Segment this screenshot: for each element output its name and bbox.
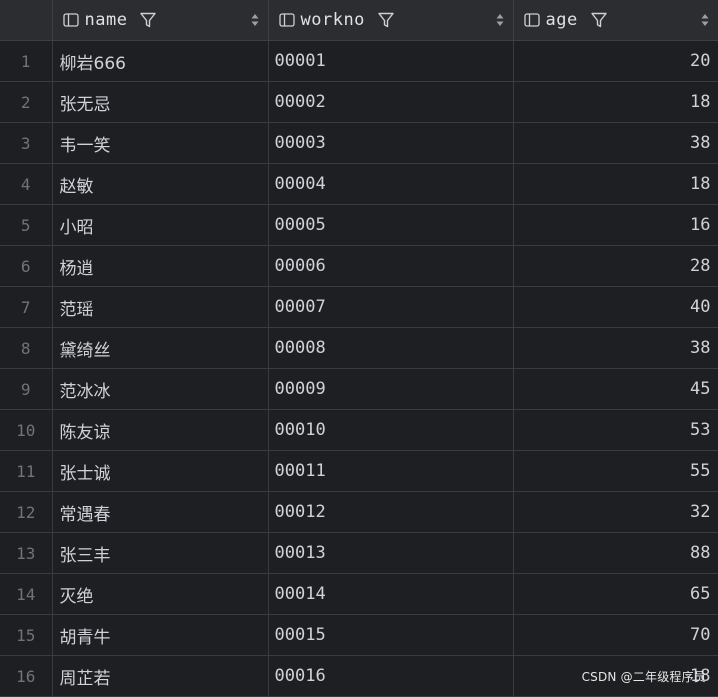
cell-age[interactable]: 65 bbox=[513, 573, 718, 615]
cell-name[interactable]: 常遇春 bbox=[52, 491, 269, 533]
filter-icon[interactable] bbox=[139, 11, 157, 29]
row-index[interactable]: 5 bbox=[0, 204, 53, 246]
row-index[interactable]: 9 bbox=[0, 368, 53, 410]
cell-workno[interactable]: 00008 bbox=[268, 327, 514, 369]
table-row[interactable]: 13 张三丰 00013 88 bbox=[0, 532, 718, 574]
cell-age[interactable]: 70 bbox=[513, 614, 718, 656]
cell-name[interactable]: 黛绮丝 bbox=[52, 327, 269, 369]
table-row[interactable]: 14 灭绝 00014 65 bbox=[0, 573, 718, 615]
table-row[interactable]: 7 范瑶 00007 40 bbox=[0, 286, 718, 328]
cell-workno[interactable]: 00005 bbox=[268, 204, 514, 246]
row-index[interactable]: 15 bbox=[0, 614, 53, 656]
cell-age[interactable]: 55 bbox=[513, 450, 718, 492]
cell-age[interactable]: 45 bbox=[513, 368, 718, 410]
cell-age[interactable]: 16 bbox=[513, 204, 718, 246]
cell-age[interactable]: 18 bbox=[513, 163, 718, 205]
cell-age[interactable]: 38 bbox=[513, 122, 718, 164]
cell-workno[interactable]: 00016 bbox=[268, 655, 514, 697]
row-index[interactable]: 13 bbox=[0, 532, 53, 574]
table-row[interactable]: 11 张士诚 00011 55 bbox=[0, 450, 718, 492]
cell-age[interactable]: 38 bbox=[513, 327, 718, 369]
cell-workno[interactable]: 00003 bbox=[268, 122, 514, 164]
cell-name[interactable]: 韦一笑 bbox=[52, 122, 269, 164]
row-index[interactable]: 3 bbox=[0, 122, 53, 164]
header-row: name workno age bbox=[0, 0, 718, 41]
column-label-name: name bbox=[84, 10, 128, 30]
row-index[interactable]: 7 bbox=[0, 286, 53, 328]
cell-workno[interactable]: 00002 bbox=[268, 81, 514, 123]
cell-workno[interactable]: 00010 bbox=[268, 409, 514, 451]
cell-age[interactable]: 32 bbox=[513, 491, 718, 533]
table-row[interactable]: 2 张无忌 00002 18 bbox=[0, 81, 718, 123]
row-index[interactable]: 12 bbox=[0, 491, 53, 533]
cell-age[interactable]: 20 bbox=[513, 40, 718, 82]
cell-name[interactable]: 赵敏 bbox=[52, 163, 269, 205]
table-row[interactable]: 10 陈友谅 00010 53 bbox=[0, 409, 718, 451]
cell-age[interactable]: 18 bbox=[513, 81, 718, 123]
cell-name[interactable]: 陈友谅 bbox=[52, 409, 269, 451]
sort-icon[interactable] bbox=[250, 13, 260, 27]
sort-icon[interactable] bbox=[495, 13, 505, 27]
column-header-age[interactable]: age bbox=[513, 0, 718, 41]
column-icon bbox=[523, 13, 540, 27]
column-label-workno: workno bbox=[300, 10, 365, 30]
table-row[interactable]: 6 杨逍 00006 28 bbox=[0, 245, 718, 287]
column-icon bbox=[278, 13, 295, 27]
row-index[interactable]: 10 bbox=[0, 409, 53, 451]
column-header-workno[interactable]: workno bbox=[268, 0, 514, 41]
cell-name[interactable]: 周芷若 bbox=[52, 655, 269, 697]
row-index[interactable]: 8 bbox=[0, 327, 53, 369]
cell-age[interactable]: 28 bbox=[513, 245, 718, 287]
cell-workno[interactable]: 00012 bbox=[268, 491, 514, 533]
cell-workno[interactable]: 00004 bbox=[268, 163, 514, 205]
cell-name[interactable]: 胡青牛 bbox=[52, 614, 269, 656]
cell-workno[interactable]: 00011 bbox=[268, 450, 514, 492]
cell-name[interactable]: 杨逍 bbox=[52, 245, 269, 287]
row-index[interactable]: 16 bbox=[0, 655, 53, 697]
column-label-age: age bbox=[545, 10, 578, 30]
cell-name[interactable]: 范冰冰 bbox=[52, 368, 269, 410]
row-index-header bbox=[0, 0, 53, 41]
row-index[interactable]: 6 bbox=[0, 245, 53, 287]
cell-name[interactable]: 张士诚 bbox=[52, 450, 269, 492]
table-row[interactable]: 5 小昭 00005 16 bbox=[0, 204, 718, 246]
sort-icon[interactable] bbox=[700, 13, 710, 27]
row-index[interactable]: 11 bbox=[0, 450, 53, 492]
cell-workno[interactable]: 00014 bbox=[268, 573, 514, 615]
cell-workno[interactable]: 00015 bbox=[268, 614, 514, 656]
filter-icon[interactable] bbox=[377, 11, 395, 29]
column-icon bbox=[62, 13, 79, 27]
watermark: CSDN @二年级程序员 bbox=[581, 670, 706, 684]
table-row[interactable]: 1 柳岩666 00001 20 bbox=[0, 40, 718, 82]
table-row[interactable]: 8 黛绮丝 00008 38 bbox=[0, 327, 718, 369]
column-header-name[interactable]: name bbox=[52, 0, 269, 41]
table-row[interactable]: 4 赵敏 00004 18 bbox=[0, 163, 718, 205]
cell-name[interactable]: 张无忌 bbox=[52, 81, 269, 123]
table-row[interactable]: 9 范冰冰 00009 45 bbox=[0, 368, 718, 410]
row-index[interactable]: 14 bbox=[0, 573, 53, 615]
row-index[interactable]: 2 bbox=[0, 81, 53, 123]
row-index[interactable]: 4 bbox=[0, 163, 53, 205]
cell-name[interactable]: 范瑶 bbox=[52, 286, 269, 328]
cell-name[interactable]: 张三丰 bbox=[52, 532, 269, 574]
result-grid: name workno age 1 柳岩666 00001 20 2 张无忌 0… bbox=[0, 0, 718, 697]
row-index[interactable]: 1 bbox=[0, 40, 53, 82]
cell-name[interactable]: 灭绝 bbox=[52, 573, 269, 615]
cell-name[interactable]: 小昭 bbox=[52, 204, 269, 246]
cell-workno[interactable]: 00007 bbox=[268, 286, 514, 328]
cell-age[interactable]: 53 bbox=[513, 409, 718, 451]
table-row[interactable]: 12 常遇春 00012 32 bbox=[0, 491, 718, 533]
table-row[interactable]: 3 韦一笑 00003 38 bbox=[0, 122, 718, 164]
filter-icon[interactable] bbox=[590, 11, 608, 29]
cell-name[interactable]: 柳岩666 bbox=[52, 40, 269, 82]
cell-workno[interactable]: 00001 bbox=[268, 40, 514, 82]
table-row[interactable]: 15 胡青牛 00015 70 bbox=[0, 614, 718, 656]
cell-workno[interactable]: 00006 bbox=[268, 245, 514, 287]
cell-age[interactable]: 40 bbox=[513, 286, 718, 328]
cell-workno[interactable]: 00013 bbox=[268, 532, 514, 574]
cell-age[interactable]: 88 bbox=[513, 532, 718, 574]
cell-workno[interactable]: 00009 bbox=[268, 368, 514, 410]
